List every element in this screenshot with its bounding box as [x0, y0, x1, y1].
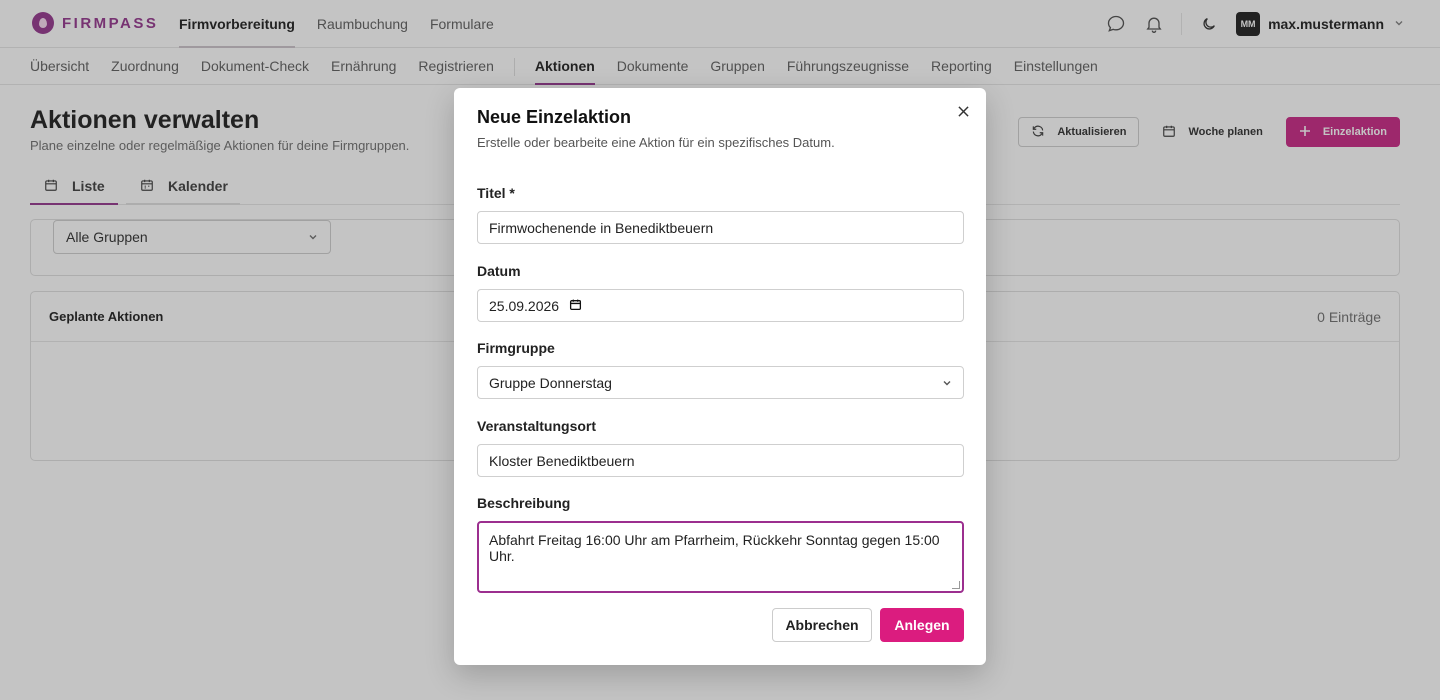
close-icon[interactable]: [954, 102, 972, 120]
date-value: 25.09.2026: [489, 297, 560, 314]
description-label: Beschreibung: [477, 495, 571, 511]
group-select[interactable]: Gruppe Donnerstag: [477, 366, 964, 399]
chevron-down-icon: [942, 375, 952, 391]
calendar-picker-icon[interactable]: [569, 298, 582, 314]
dialog-footer: Abbrechen Anlegen: [772, 608, 964, 642]
location-value: Kloster Benediktbeuern: [489, 452, 635, 469]
description-value: Abfahrt Freitag 16:00 Uhr am Pfarrheim, …: [489, 532, 940, 564]
description-textarea[interactable]: Abfahrt Freitag 16:00 Uhr am Pfarrheim, …: [477, 521, 964, 593]
location-label: Veranstaltungsort: [477, 418, 597, 434]
resize-handle-icon[interactable]: [952, 581, 960, 589]
title-value: Firmwochenende in Benediktbeuern: [489, 219, 714, 236]
cancel-button[interactable]: Abbrechen: [772, 608, 872, 642]
group-label: Firmgruppe: [477, 340, 555, 356]
title-label: Titel *: [477, 185, 515, 201]
group-value: Gruppe Donnerstag: [489, 374, 612, 391]
date-label: Datum: [477, 263, 521, 279]
title-input[interactable]: Firmwochenende in Benediktbeuern: [477, 211, 964, 244]
location-input[interactable]: Kloster Benediktbeuern: [477, 444, 964, 477]
create-button[interactable]: Anlegen: [880, 608, 964, 642]
new-action-dialog: Neue Einzelaktion Erstelle oder bearbeit…: [454, 88, 986, 665]
dialog-title: Neue Einzelaktion: [477, 107, 632, 127]
date-input[interactable]: 25.09.2026: [477, 289, 964, 322]
dialog-subtitle: Erstelle oder bearbeite eine Aktion für …: [477, 135, 835, 150]
